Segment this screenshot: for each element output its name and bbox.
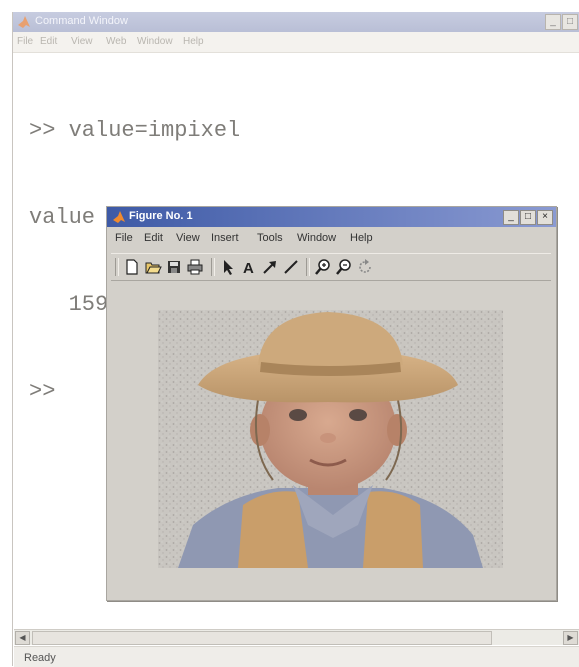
menu-edit[interactable]: Edit	[40, 36, 57, 47]
status-text: Ready	[24, 652, 56, 664]
matlab-logo-icon	[18, 16, 30, 28]
menu-insert[interactable]: Insert	[211, 232, 239, 244]
maximize-button[interactable]: □	[562, 14, 578, 30]
command-window-titlebar[interactable]: Command Window _ □	[13, 12, 579, 32]
minimize-button[interactable]: _	[503, 210, 519, 225]
toolbar-separator	[306, 258, 310, 276]
minimize-button[interactable]: _	[545, 14, 561, 30]
zoom-out-icon[interactable]	[335, 258, 353, 276]
horizontal-scrollbar[interactable]: ◀ ▶	[14, 629, 579, 645]
menu-view[interactable]: View	[71, 36, 93, 47]
scroll-left-icon[interactable]: ◀	[15, 631, 30, 645]
arrow-select-icon[interactable]	[219, 258, 237, 276]
rotate-icon[interactable]	[356, 258, 374, 276]
menu-file[interactable]: File	[17, 36, 33, 47]
insert-text-icon[interactable]: A	[240, 258, 258, 276]
save-icon[interactable]	[165, 258, 183, 276]
svg-text:A: A	[243, 260, 254, 276]
menu-edit[interactable]: Edit	[144, 232, 163, 244]
insert-line-icon[interactable]	[282, 258, 300, 276]
open-icon[interactable]	[144, 258, 162, 276]
figure-image[interactable]	[158, 310, 503, 568]
menu-view[interactable]: View	[176, 232, 200, 244]
toolbar-separator	[115, 258, 119, 276]
command-window-menubar: File Edit View Web Window Help	[13, 32, 579, 53]
command-window-title: Command Window	[35, 15, 128, 27]
zoom-in-icon[interactable]	[314, 258, 332, 276]
menu-help[interactable]: Help	[350, 232, 373, 244]
menu-web[interactable]: Web	[106, 36, 126, 47]
figure-window-titlebar[interactable]: Figure No. 1 _ □ ×	[107, 207, 556, 227]
maximize-button[interactable]: □	[520, 210, 536, 225]
new-figure-icon[interactable]	[123, 258, 141, 276]
console-line: >> value=impixel	[29, 118, 241, 143]
scrollbar-thumb[interactable]	[32, 631, 492, 645]
figure-window: Figure No. 1 _ □ × File Edit View Insert…	[106, 206, 557, 601]
figure-window-title: Figure No. 1	[129, 210, 193, 222]
print-icon[interactable]	[186, 258, 204, 276]
menu-help[interactable]: Help	[183, 36, 204, 47]
menu-window[interactable]: Window	[137, 36, 173, 47]
figure-toolbar: A	[111, 253, 551, 281]
matlab-logo-icon	[113, 211, 125, 223]
toolbar-separator	[211, 258, 215, 276]
close-button[interactable]: ×	[537, 210, 553, 225]
scroll-right-icon[interactable]: ▶	[563, 631, 578, 645]
status-bar: Ready	[14, 646, 579, 667]
menu-tools[interactable]: Tools	[257, 232, 283, 244]
insert-arrow-icon[interactable]	[261, 258, 279, 276]
menu-file[interactable]: File	[115, 232, 133, 244]
figure-window-menubar: File Edit View Insert Tools Window Help	[107, 229, 556, 249]
menu-window[interactable]: Window	[297, 232, 336, 244]
